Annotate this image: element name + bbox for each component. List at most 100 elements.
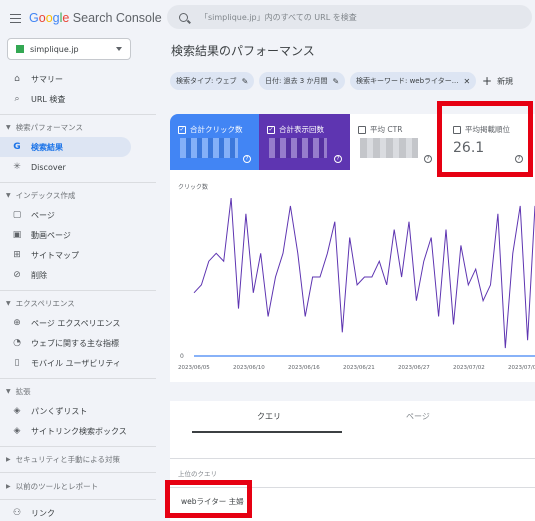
divider [170,458,535,459]
diamond-layers-icon: ◈ [13,426,21,436]
section-performance[interactable]: ▼ 検索パフォーマンス [6,122,83,133]
divider [0,290,156,291]
sidebar-item-label: ウェブに関する主な指標 [31,338,119,348]
sidebar-item-pages[interactable]: ▢ ページ [0,205,131,225]
plus-circle-icon: ⊕ [13,318,21,328]
redacted-value [180,138,238,158]
edit-icon: ✎ [241,76,249,86]
sidebar-item-label: 動画ページ [31,230,71,240]
x-tick-label: 2023/06/05 [178,365,210,371]
filter-chip-date[interactable]: 日付: 過去 3 か月間 ✎ [259,72,346,90]
menu-icon[interactable] [10,13,21,24]
tab-queries[interactable]: クエリ [257,411,281,422]
home-icon: ⌂ [14,74,20,84]
help-icon[interactable]: ? [243,155,251,163]
tab-pages[interactable]: ページ [406,411,430,422]
highlight-box-top-query [165,480,252,518]
new-filter-label: 新規 [497,76,514,86]
caret-icon: ▼ [6,300,11,307]
property-name: simplique.jp [30,44,79,54]
sidebar-item-removals[interactable]: ⊘ 削除 [0,265,131,285]
sidebar-item-label: リンク [31,508,55,518]
sidebar-item-label: Discover [31,162,66,172]
metric-label: 合計表示回数 [279,125,324,134]
sidebar-item-label: パンくずリスト [31,406,88,416]
brand: Google Search Console [10,9,162,27]
section-title: 検索パフォーマンス [15,123,83,132]
help-icon[interactable]: ? [424,155,432,163]
metric-card-average-ctr[interactable]: 平均 CTR ? [350,114,440,170]
active-tab-indicator [192,431,342,433]
sidebar-item-page-experience[interactable]: ⊕ ページ エクスペリエンス [0,313,131,333]
section-security[interactable]: ▶ セキュリティと手動による対策 [6,454,120,465]
property-selector[interactable]: simplique.jp [7,38,131,60]
metric-card-total-clicks[interactable]: ✓ 合計クリック数 ? [170,114,259,170]
section-enhancements[interactable]: ▼ 拡張 [6,386,31,397]
chevron-down-icon [116,47,122,51]
page-title: 検索結果のパフォーマンス [171,44,315,58]
x-tick-label: 2023/06/21 [343,365,375,371]
sidebar-item-label: ページ [31,210,55,220]
redacted-value [269,138,327,158]
checkbox-checked-icon[interactable]: ✓ [178,125,186,134]
checkbox-checked-icon[interactable]: ✓ [267,125,275,134]
filter-chip-search-type[interactable]: 検索タイプ: ウェブ ✎ [170,72,255,90]
sidebar-item-label: 削除 [31,270,47,280]
x-tick-label: 2023/06/16 [288,365,320,371]
caret-icon: ▼ [6,388,11,395]
y-tick-label: 0 [180,353,184,360]
sidebar-item-core-web-vitals[interactable]: ◔ ウェブに関する主な指標 [0,333,131,353]
new-filter-button[interactable]: + 新規 [482,74,513,88]
sidebar-item-mobile-usability[interactable]: ▯ モバイル ユーザビリティ [0,353,131,373]
sidebar-item-breadcrumbs[interactable]: ◈ パンくずリスト [0,401,131,421]
sidebar-item-label: URL 検査 [31,94,66,104]
close-icon[interactable]: ✕ [463,77,470,86]
section-title: 以前のツールとレポート [15,482,99,491]
mobile-icon: ▯ [14,358,20,368]
divider [0,182,156,183]
url-inspect-search-bar[interactable]: 「simplique.jp」内のすべての URL を検査 [167,5,532,29]
sidebar-item-url-inspection[interactable]: ⌕ URL 検査 [0,89,131,109]
sidebar-item-search-results[interactable]: G 検索結果 [0,137,131,157]
section-legacy-tools[interactable]: ▶ 以前のツールとレポート [6,481,98,492]
chip-label: 検索タイプ: ウェブ [176,77,237,85]
sidebar-item-discover[interactable]: ✳ Discover [0,157,131,177]
help-icon[interactable]: ? [334,155,342,163]
caret-right-icon: ▶ [6,483,11,490]
metric-label: 平均 CTR [370,125,403,134]
section-title: エクスペリエンス [15,299,75,308]
x-tick-label: 2023/07/02 [453,365,485,371]
chip-label: 検索キーワード: webライター... [356,77,459,85]
section-title: セキュリティと手動による対策 [15,455,120,464]
x-tick-label: 2023/06/27 [398,365,430,371]
sidebar-item-summary[interactable]: ⌂ サマリー [0,69,131,89]
divider [0,114,156,115]
sidebar-item-label: サイトリンク検索ボックス [31,426,127,436]
gauge-icon: ◔ [13,338,21,348]
sidebar-item-sitemaps[interactable]: ⊞ サイトマップ [0,245,131,265]
video-page-icon: ▣ [12,230,22,240]
brand-logo[interactable]: Google Search Console [29,11,162,25]
diamond-layers-icon: ◈ [13,406,21,416]
section-title: 拡張 [15,387,31,396]
chart-svg: 0 2023/06/05 2023/06/10 2023/06/16 2023/06/2… [178,197,535,371]
sidebar-item-label: 検索結果 [31,142,63,152]
caret-icon: ▼ [6,192,11,199]
chip-label: 日付: 過去 3 か月間 [265,77,328,85]
metric-label: 合計クリック数 [190,125,243,134]
pages-icon: ▢ [12,210,22,220]
section-title: インデックス作成 [15,191,76,200]
sidebar-item-video-pages[interactable]: ▣ 動画ページ [0,225,131,245]
sidebar-item-links[interactable]: ⚇ リンク [0,503,131,521]
caret-icon: ▼ [6,124,11,131]
sidebar-item-sitelinks-searchbox[interactable]: ◈ サイトリンク検索ボックス [0,421,131,441]
edit-icon: ✎ [332,76,340,86]
asterisk-icon: ✳ [13,162,21,172]
plus-icon: + [482,74,493,88]
filter-chip-query[interactable]: 検索キーワード: webライター... ✕ [350,72,477,90]
metric-card-total-impressions[interactable]: ✓ 合計表示回数 ? [259,114,350,170]
caret-right-icon: ▶ [6,456,11,463]
checkbox-unchecked-icon[interactable] [358,125,366,134]
section-experience[interactable]: ▼ エクスペリエンス [6,298,75,309]
section-indexing[interactable]: ▼ インデックス作成 [6,190,75,201]
